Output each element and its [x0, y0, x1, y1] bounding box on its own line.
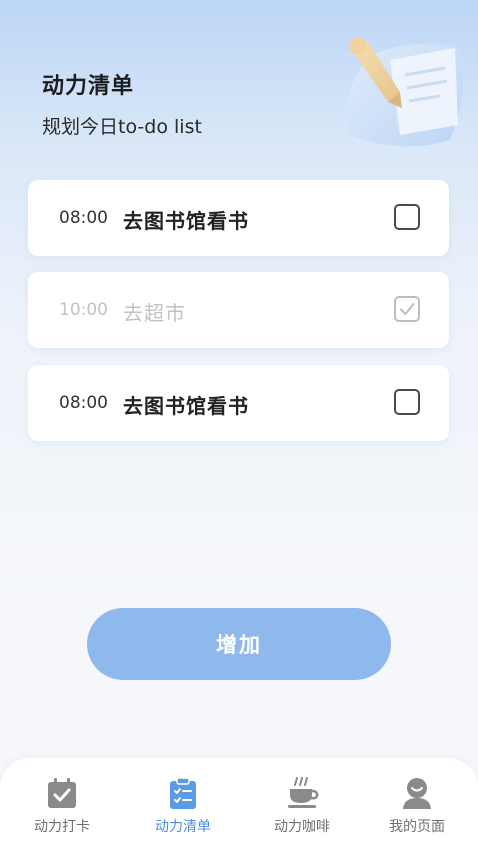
todo-task: 去超市 [123, 301, 186, 325]
page-subtitle: 规划今日to-do list [42, 116, 202, 138]
add-button[interactable]: 增加 [87, 608, 391, 680]
tab-label: 动力打卡 [34, 819, 90, 835]
checkmark-icon [400, 303, 415, 315]
todo-time: 08:00 [59, 208, 108, 228]
bottom-tab-bar: 动力打卡 动力清单 动力咖啡 我的页面 [0, 758, 478, 850]
todo-time: 08:00 [59, 393, 108, 413]
todo-item[interactable]: 10:00 去超市 [28, 272, 449, 348]
tab-label: 动力咖啡 [274, 819, 330, 835]
notebook-pencil-illustration [345, 37, 464, 147]
tab-profile[interactable]: 我的页面 [367, 776, 467, 846]
clipboard-list-icon [170, 777, 196, 809]
user-profile-icon [403, 778, 431, 809]
tab-label: 动力清单 [155, 819, 211, 835]
tab-todo-list[interactable]: 动力清单 [133, 776, 233, 846]
todo-checkbox-checked[interactable] [394, 296, 420, 322]
todo-item[interactable]: 08:00 去图书馆看书 [28, 180, 449, 256]
page-header: 动力清单 规划今日to-do list [42, 68, 202, 139]
tab-checkin[interactable]: 动力打卡 [12, 776, 112, 846]
coffee-cup-icon [288, 777, 319, 808]
page-title: 动力清单 [42, 74, 135, 99]
todo-checkbox[interactable] [394, 389, 420, 415]
todo-item[interactable]: 08:00 去图书馆看书 [28, 365, 449, 441]
todo-task: 去图书馆看书 [123, 209, 249, 233]
calendar-check-icon [48, 778, 76, 808]
todo-time: 10:00 [59, 300, 108, 320]
tab-coffee[interactable]: 动力咖啡 [252, 776, 352, 846]
todo-task: 去图书馆看书 [123, 394, 249, 418]
todo-checkbox[interactable] [394, 204, 420, 230]
tab-label: 我的页面 [389, 819, 445, 835]
